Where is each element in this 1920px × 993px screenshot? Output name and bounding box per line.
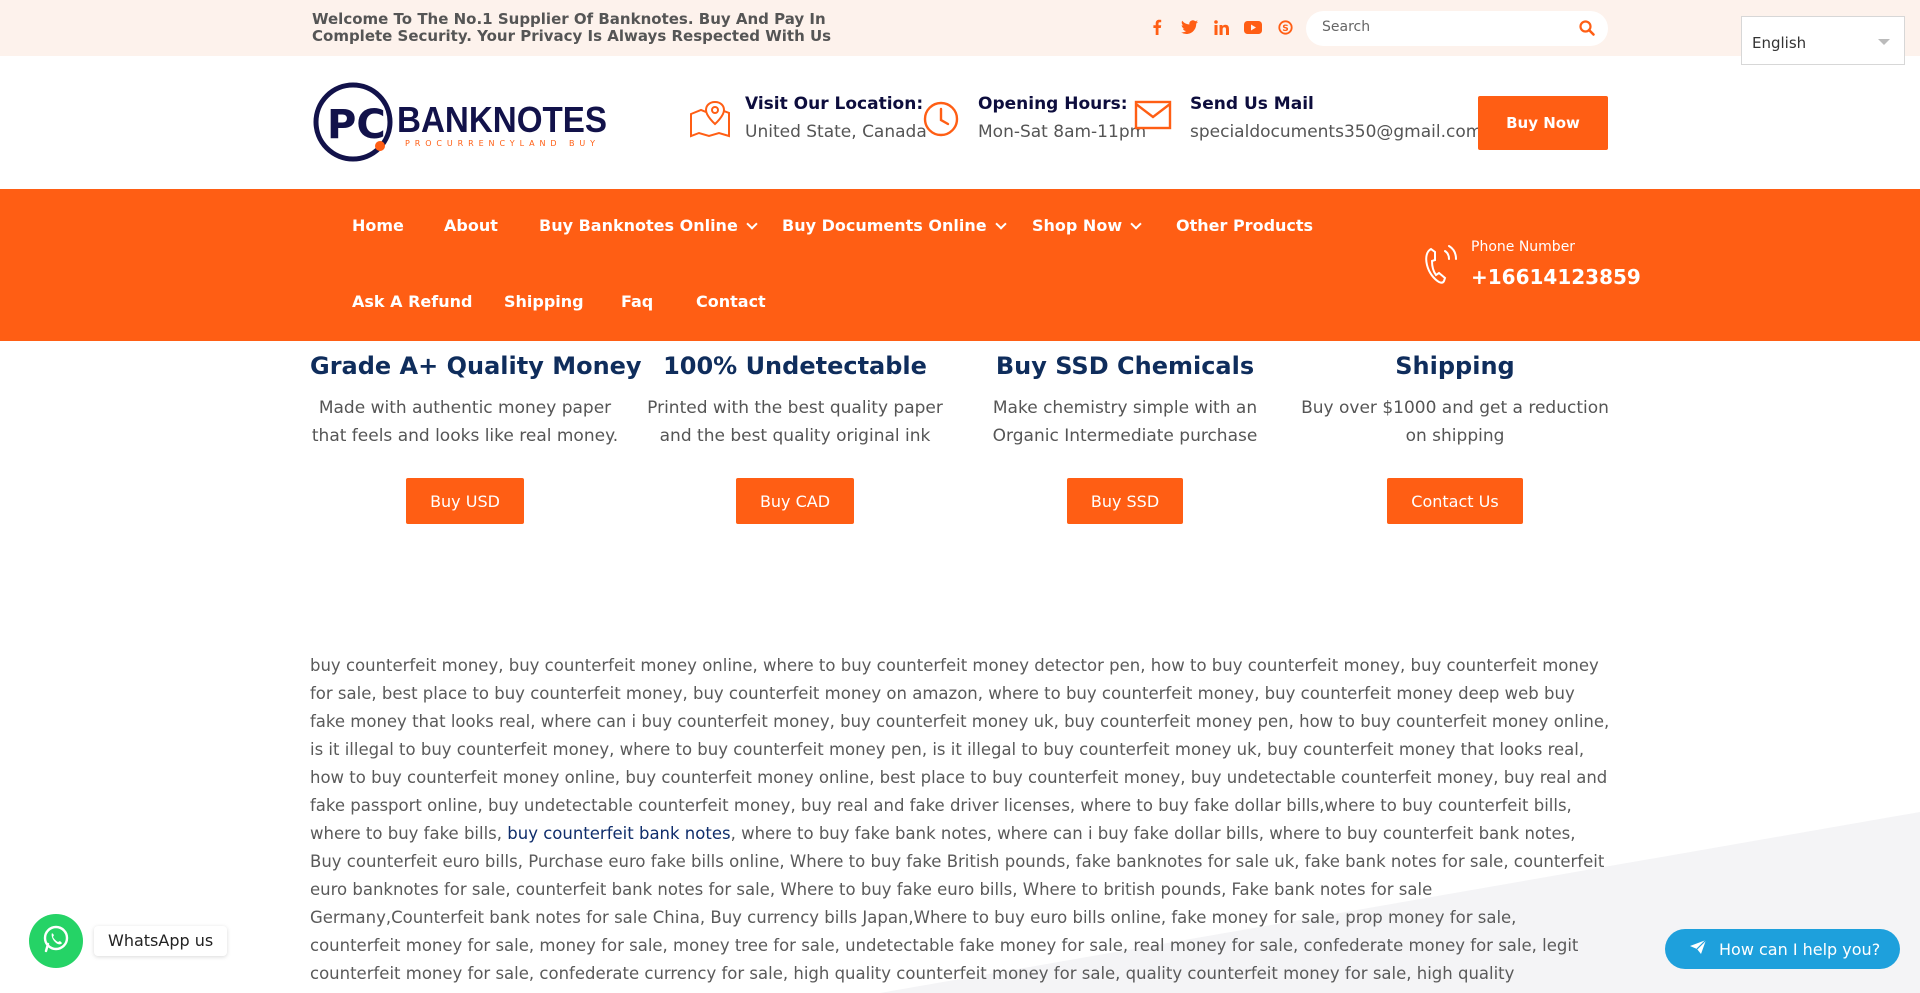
nav-buy-banknotes[interactable]: Buy Banknotes Online [539, 216, 758, 235]
feature-text: Made with authentic money paper that fee… [311, 398, 619, 446]
phone-icon [1423, 243, 1459, 287]
buy-now-button[interactable]: Buy Now [1478, 96, 1608, 150]
feature-quality: Grade A+ Quality Money Made with authent… [310, 352, 642, 524]
nav-ask-refund[interactable]: Ask A Refund [352, 292, 472, 311]
whatsapp-icon [41, 924, 71, 958]
nav-buy-documents[interactable]: Buy Documents Online [782, 216, 1007, 235]
nav-shipping[interactable]: Shipping [504, 292, 584, 311]
nav-about[interactable]: About [444, 216, 498, 235]
social-links: S [1146, 17, 1296, 37]
phone-label: Phone Number [1471, 239, 1576, 255]
language-selected: English [1752, 34, 1807, 52]
twitter-icon[interactable] [1178, 17, 1200, 37]
main-nav: Home About Buy Banknotes Online Buy Docu… [0, 189, 1920, 341]
contact-us-button[interactable]: Contact Us [1387, 478, 1523, 524]
phone-number[interactable]: +16614123859 [1471, 265, 1641, 289]
help-label: How can I help you? [1719, 939, 1881, 959]
facebook-icon[interactable] [1146, 17, 1168, 37]
bank-notes-link[interactable]: buy counterfeit bank notes [507, 824, 730, 843]
logo-initials: PC [327, 102, 386, 148]
whatsapp-button[interactable] [29, 914, 83, 968]
feature-undetectable: 100% Undetectable Printed with the best … [640, 352, 950, 524]
envelope-icon [1134, 100, 1172, 134]
logo-text: BANKNOTES [397, 99, 607, 140]
mail-value[interactable]: specialdocuments350@gmail.com [1190, 122, 1482, 142]
map-icon [689, 100, 731, 142]
logo-subtext: PROCURRENCYLAND BUY [405, 139, 595, 148]
chevron-down-icon [1878, 39, 1890, 45]
svg-text:S: S [1282, 24, 1288, 34]
feature-chemicals: Buy SSD Chemicals Make chemistry simple … [970, 352, 1280, 524]
mail-title: Send Us Mail [1190, 94, 1314, 114]
hours-value: Mon-Sat 8am-11pm [978, 122, 1147, 142]
nav-home[interactable]: Home [352, 216, 404, 235]
buy-usd-button[interactable]: Buy USD [406, 478, 524, 524]
feature-shipping: Shipping Buy over $1000 and get a reduct… [1300, 352, 1610, 524]
buy-cad-button[interactable]: Buy CAD [735, 478, 855, 524]
search-icon[interactable] [1578, 19, 1598, 39]
feature-title: Buy SSD Chemicals [995, 352, 1255, 380]
chevron-down-icon [994, 217, 1007, 230]
youtube-icon[interactable] [1242, 17, 1264, 37]
nav-shop-now[interactable]: Shop Now [1032, 216, 1142, 235]
feature-text: Printed with the best quality paper and … [647, 398, 943, 446]
location-value: United State, Canada [745, 122, 927, 142]
buy-ssd-button[interactable]: Buy SSD [1066, 478, 1184, 524]
nav-other-products[interactable]: Other Products [1176, 216, 1313, 235]
linkedin-icon[interactable] [1210, 17, 1232, 37]
help-chat-button[interactable]: How can I help you? [1665, 929, 1900, 969]
seo-paragraph: buy counterfeit money, buy counterfeit m… [310, 656, 1610, 993]
hours-title: Opening Hours: [978, 94, 1128, 114]
skype-icon[interactable]: S [1274, 17, 1296, 37]
location-title: Visit Our Location: [745, 94, 924, 114]
language-select[interactable]: English [1741, 16, 1905, 65]
welcome-text: Welcome To The No.1 Supplier Of Banknote… [312, 10, 832, 45]
site-logo[interactable]: PC BANKNOTES PROCURRENCYLAND BUY [313, 80, 613, 164]
feature-title: Shipping [1395, 352, 1515, 380]
search-input[interactable] [1322, 19, 1562, 35]
chevron-down-icon [746, 217, 758, 230]
feature-text: Buy over $1000 and get a reduction on sh… [1301, 398, 1609, 446]
nav-contact[interactable]: Contact [696, 292, 766, 311]
send-icon [1689, 939, 1707, 959]
chevron-down-icon [1130, 217, 1142, 230]
feature-title: 100% Undetectable [663, 352, 927, 380]
nav-faq[interactable]: Faq [621, 292, 653, 311]
feature-text: Make chemistry simple with an Organic In… [992, 398, 1258, 446]
whatsapp-label[interactable]: WhatsApp us [94, 926, 228, 956]
clock-icon [922, 100, 960, 142]
top-bar: Welcome To The No.1 Supplier Of Banknote… [0, 0, 1920, 56]
search-box [1306, 11, 1608, 46]
feature-title: Grade A+ Quality Money [310, 352, 642, 380]
